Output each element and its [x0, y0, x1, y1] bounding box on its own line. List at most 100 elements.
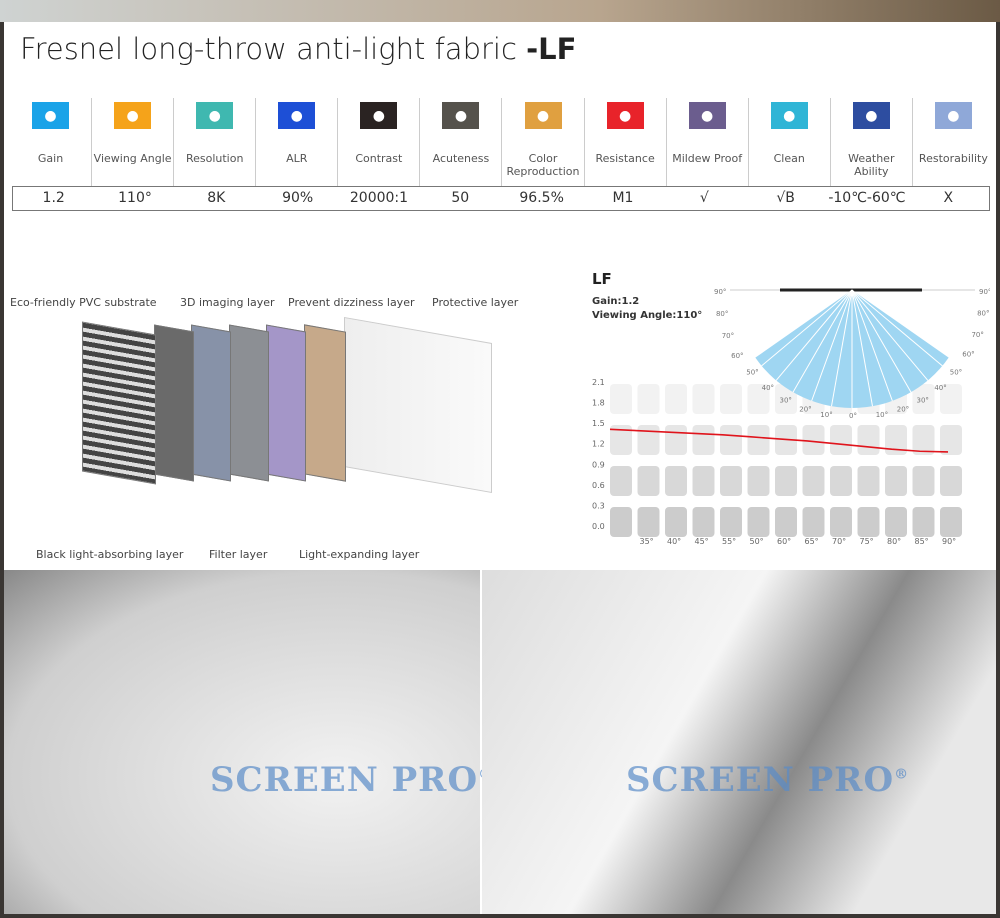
page-title: Fresnel long-throw anti-light fabric -LF	[20, 32, 576, 66]
pvc-substrate	[82, 321, 156, 485]
spec-resistance: ● Resistance	[583, 98, 666, 186]
seat-icon	[747, 425, 770, 455]
layer-diagram: Eco-friendly PVC substrate 3D imaging la…	[4, 252, 564, 582]
seat-icon	[637, 507, 660, 537]
alr-icon: ●	[278, 102, 316, 129]
spec-value: 1.2	[42, 190, 65, 206]
fan-angle-label: 60°	[962, 351, 974, 359]
seat-icon	[802, 466, 825, 496]
spec-label: Contrast	[355, 152, 403, 165]
chart-title: LF	[592, 270, 612, 288]
cleaning-icon: ●	[770, 102, 808, 129]
spec-value: 90%	[282, 190, 314, 206]
seat-icon	[830, 507, 852, 537]
seat-icon	[775, 466, 797, 496]
layer-label: Prevent dizziness layer	[288, 296, 415, 309]
fabric-photo-left: SCREEN PRO®	[4, 570, 492, 914]
chart-subtitle: Viewing Angle:110°	[592, 310, 702, 321]
y-tick-label: 0.6	[592, 481, 605, 490]
filter-layer	[229, 324, 269, 482]
seat-icon	[720, 384, 742, 414]
fan-angle-label: 20°	[897, 405, 909, 413]
x-tick-label: 75°	[860, 537, 874, 546]
y-tick-label: 2.1	[592, 378, 605, 387]
fan-angle-label: 80°	[716, 310, 728, 318]
fan-angle-label: 50°	[746, 368, 758, 376]
checkbox-window-icon: ●	[934, 102, 972, 129]
light-expanding-layer	[304, 324, 346, 482]
top-photo-strip	[0, 0, 1000, 22]
x-tick-label: 50°	[750, 537, 764, 546]
spec-label: Viewing Angle	[93, 152, 172, 165]
spec-color-reproduction: ● Color Reproduction	[501, 98, 583, 186]
seat-icon	[720, 466, 742, 496]
spec-gain: ● Gain	[10, 98, 91, 186]
layer-label: Black light-absorbing layer	[36, 548, 184, 561]
seat-icon	[857, 507, 880, 537]
spec-label: Weather Ability	[848, 152, 895, 178]
contrast-icon: ●	[360, 102, 398, 129]
seat-icon	[637, 425, 660, 455]
spec-value: M1	[612, 190, 634, 206]
seat-icon	[802, 425, 825, 455]
imaging-layer	[191, 324, 231, 482]
acuteness-icon: ●	[442, 102, 480, 129]
seat-icon	[940, 507, 962, 537]
title-main: Fresnel long-throw anti-light fabric	[20, 32, 527, 66]
spec-label: Resistance	[595, 152, 655, 165]
spec-label: Resolution	[185, 152, 244, 165]
dot-triangle-icon: ●	[196, 102, 234, 129]
protective-layer	[344, 316, 492, 494]
thermometer-icon: ●	[852, 102, 890, 129]
fan-angle-label: 80°	[977, 310, 989, 318]
x-tick-label: 90°	[942, 537, 956, 546]
seat-icon	[720, 425, 742, 455]
spec-label: Gain	[37, 152, 64, 165]
spec-value: 50	[451, 190, 470, 206]
chart-subtitle: Gain:1.2	[592, 296, 639, 307]
spec-value: -10℃-60℃	[828, 190, 906, 206]
seat-icon	[692, 466, 715, 496]
x-tick-label: 70°	[832, 537, 846, 546]
fan-angle-label: 90°	[714, 288, 726, 296]
y-tick-label: 1.5	[592, 419, 605, 428]
y-tick-label: 0.3	[592, 501, 605, 510]
spec-label: Mildew Proof	[672, 152, 743, 165]
seat-icon	[857, 466, 880, 496]
droplet-icon: ●	[688, 102, 726, 129]
spec-acuteness: ● Acuteness	[419, 98, 501, 186]
spec-label: Acuteness	[432, 152, 490, 165]
x-tick-label: 85°	[915, 537, 929, 546]
seat-icon	[692, 425, 715, 455]
seat-icon	[885, 466, 907, 496]
dizziness-layer	[266, 324, 306, 482]
seat-icon	[665, 507, 687, 537]
y-tick-label: 0.0	[592, 522, 605, 531]
seat-icon	[692, 507, 715, 537]
seat-icon	[940, 466, 962, 496]
spec-clean: ● Clean	[747, 98, 830, 186]
x-tick-label: 55°	[722, 537, 736, 546]
fan-angle-label: 10°	[876, 411, 888, 419]
spec-value: 96.5%	[519, 190, 564, 206]
seat-icon	[912, 466, 935, 496]
spec-viewing-angle: ● Viewing Angle	[91, 98, 173, 186]
fan-angle-label: 60°	[731, 352, 743, 360]
fan-angle-label: 10°	[820, 411, 832, 419]
fan-angle-label: 90°	[979, 288, 990, 296]
x-tick-label: 80°	[887, 537, 901, 546]
seat-icon	[830, 466, 852, 496]
y-tick-label: 1.2	[592, 440, 605, 449]
spec-value: X	[943, 190, 954, 206]
spec-restorability: ● Restorability	[911, 98, 994, 186]
flame-icon: ●	[606, 102, 644, 129]
gain-chart: LF Gain:1.2 Viewing Angle:110° 2.1 1.8 1.5 1.2…	[592, 270, 990, 546]
spec-values-row: 1.2 110° 8K 90% 20000:1 50 96.5% M1 √ √B -10℃-60℃ X	[12, 186, 990, 211]
layer-label: Protective layer	[432, 296, 519, 309]
watermark-logo: SCREEN PRO®	[210, 760, 492, 800]
seat-icon	[637, 384, 660, 414]
color-wheel-icon: ●	[524, 102, 562, 129]
fan-angle-label: 50°	[950, 368, 962, 376]
spec-weather-ability: ● Weather Ability	[829, 98, 912, 186]
x-tick-label: 40°	[667, 537, 681, 546]
